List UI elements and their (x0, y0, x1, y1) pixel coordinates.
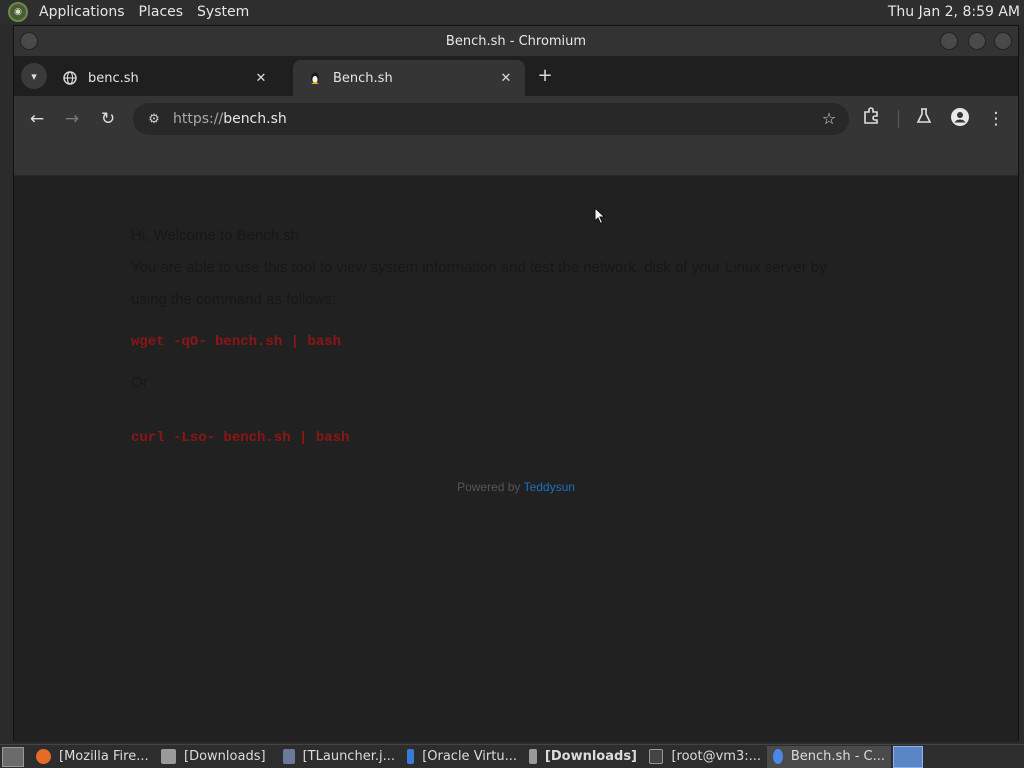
virtualbox-icon (407, 749, 415, 764)
taskbar-label: [root@vm3:... (671, 749, 761, 764)
mouse-cursor-icon (594, 207, 606, 225)
tab-search-button[interactable]: ▾ (21, 63, 47, 89)
taskbar-item-tlauncher[interactable]: [TLauncher.j... (277, 746, 401, 768)
reload-icon[interactable]: ↻ (96, 107, 120, 131)
taskbar-label: [Mozilla Fire... (59, 749, 149, 764)
curl-command[interactable]: curl -Lso- bench.sh | bash (131, 428, 349, 448)
powered-by-text: Powered by (457, 480, 524, 494)
taskbar-item-downloads[interactable]: [Downloads] (155, 746, 277, 768)
taskbar-label: [Downloads] (184, 749, 266, 764)
folder-icon (529, 749, 537, 764)
taskbar-label: [Downloads] (544, 749, 637, 764)
window-menu-button[interactable] (20, 32, 38, 50)
folder-icon (161, 749, 176, 764)
show-desktop-icon[interactable] (2, 746, 24, 767)
tux-icon (307, 70, 323, 86)
taskbar-item-downloads-2[interactable]: [Downloads] (523, 746, 643, 768)
toolbar-divider (898, 110, 899, 128)
new-tab-button[interactable]: + (534, 64, 556, 88)
java-icon (283, 749, 295, 764)
tab-bench-sh[interactable]: Bench.sh ✕ (293, 60, 525, 96)
url-text[interactable]: https://bench.sh (173, 111, 287, 127)
bench-sh-intro: Hi, Welcome to Bench.sh You are able to … (131, 220, 891, 446)
chevron-down-icon: ▾ (31, 69, 37, 83)
taskbar-item-firefox[interactable]: [Mozilla Fire... (30, 746, 155, 768)
maximize-button[interactable] (968, 32, 986, 50)
close-tab-icon[interactable]: ✕ (252, 71, 270, 86)
taskbar-item-virtualbox[interactable]: [Oracle Virtu... (401, 746, 523, 768)
close-tab-icon[interactable]: ✕ (497, 71, 515, 86)
close-window-button[interactable] (994, 32, 1012, 50)
greeting-text: Hi, Welcome to Bench.sh (131, 227, 300, 244)
tab-title: Bench.sh (333, 70, 393, 86)
distro-logo-icon[interactable]: ◉ (8, 2, 28, 22)
taskbar-label: [TLauncher.j... (302, 749, 395, 764)
tab-strip: ▾ benc.sh ✕ Bench.sh ✕ + (14, 56, 1018, 96)
workspace-switcher[interactable] (893, 745, 923, 768)
url-host: bench.sh (223, 111, 287, 127)
bookmark-star-icon[interactable]: ☆ (817, 107, 841, 131)
profile-avatar-icon[interactable] (948, 107, 972, 131)
tab-benc-sh[interactable]: benc.sh ✕ (48, 60, 280, 96)
site-info-icon[interactable]: ⚙ (143, 112, 165, 127)
labs-flask-icon[interactable] (912, 107, 936, 131)
firefox-icon (36, 749, 51, 764)
taskbar-label: [Oracle Virtu... (422, 749, 517, 764)
top-panel: ◉ Applications Places System Thu Jan 2, … (0, 0, 1024, 24)
teddysun-link[interactable]: Teddysun (524, 480, 575, 494)
browser-window: Bench.sh - Chromium ▾ benc.sh ✕ Bench.sh… (13, 25, 1019, 742)
powered-by-footer: Powered by Teddysun (14, 480, 1018, 494)
forward-icon[interactable]: → (60, 107, 84, 131)
taskbar-label: Bench.sh - C... (790, 749, 885, 764)
window-titlebar[interactable]: Bench.sh - Chromium (14, 26, 1018, 56)
address-bar[interactable]: ⚙ https://bench.sh ☆ (133, 103, 849, 135)
minimize-button[interactable] (940, 32, 958, 50)
bookmark-bar (14, 142, 1018, 176)
more-menu-icon[interactable]: ⋮ (984, 107, 1008, 131)
or-text: Or (131, 374, 148, 391)
globe-icon (62, 70, 78, 86)
menu-places[interactable]: Places (132, 0, 191, 24)
taskbar: [Mozilla Fire... [Downloads] [TLauncher.… (0, 744, 1024, 768)
taskbar-item-chromium[interactable]: Bench.sh - C... (767, 745, 891, 768)
tab-title: benc.sh (88, 70, 139, 86)
page-content: Hi, Welcome to Bench.sh You are able to … (14, 176, 1018, 742)
clock[interactable]: Thu Jan 2, 8:59 AM (888, 4, 1024, 20)
intro-text-line2: using the command as follows: (131, 291, 337, 308)
chromium-icon (773, 749, 783, 764)
back-icon[interactable]: ← (25, 107, 49, 131)
window-title: Bench.sh - Chromium (445, 33, 587, 49)
terminal-icon (649, 749, 664, 764)
url-scheme: https:// (173, 111, 224, 127)
menu-applications[interactable]: Applications (32, 0, 132, 24)
menu-system[interactable]: System (190, 0, 256, 24)
extensions-icon[interactable] (859, 107, 883, 131)
intro-text-line1: You are able to use this tool to view sy… (131, 259, 827, 276)
taskbar-item-terminal[interactable]: [root@vm3:... (643, 746, 767, 768)
wget-command[interactable]: wget -qO- bench.sh | bash (131, 332, 341, 352)
browser-toolbar: ← → ↻ ⚙ https://bench.sh ☆ ⋮ (14, 96, 1018, 142)
